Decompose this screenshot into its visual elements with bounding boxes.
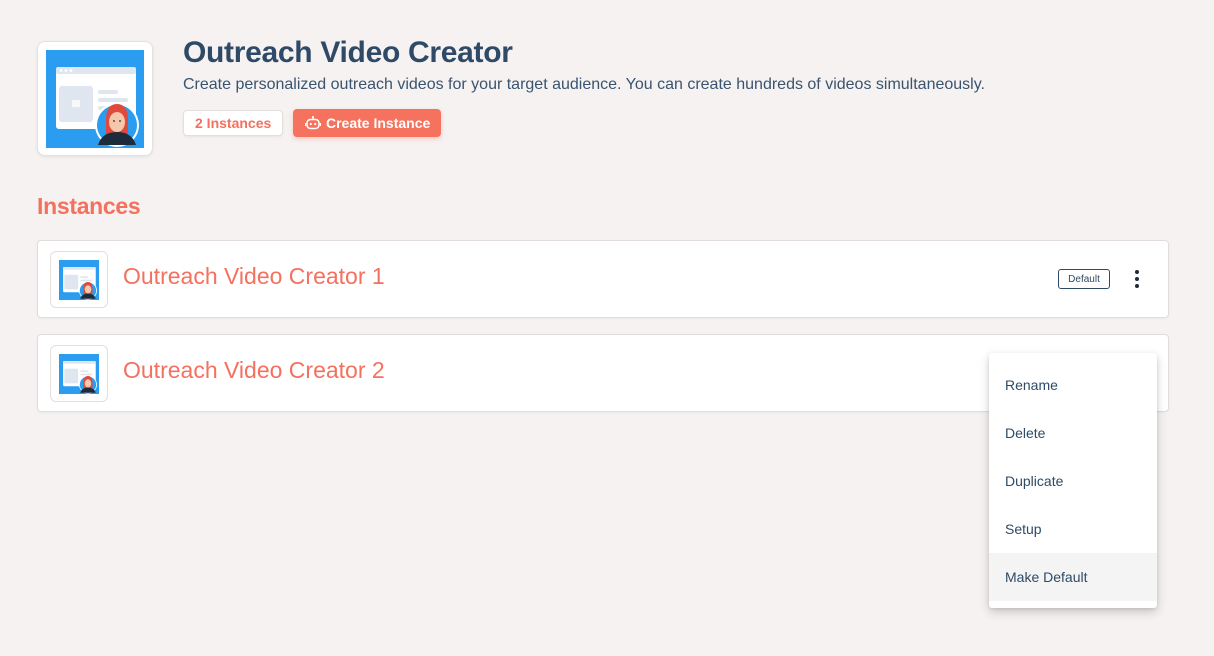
- menu-item-delete[interactable]: Delete: [989, 409, 1157, 457]
- menu-item-duplicate[interactable]: Duplicate: [989, 457, 1157, 505]
- instances-count-badge: 2 Instances: [183, 110, 284, 136]
- menu-item-setup[interactable]: Setup: [989, 505, 1157, 553]
- page-title: Outreach Video Creator: [183, 36, 513, 69]
- video-creator-illustration-icon: [59, 259, 99, 300]
- app-logo: [37, 41, 153, 156]
- create-instance-label: Create Instance: [326, 115, 431, 131]
- robot-icon: [305, 116, 321, 130]
- menu-item-rename[interactable]: Rename: [989, 361, 1157, 409]
- instance-context-menu: Rename Delete Duplicate Setup Make Defau…: [989, 353, 1157, 608]
- instance-thumbnail: [50, 345, 108, 402]
- video-creator-illustration-icon: [46, 49, 144, 148]
- kebab-menu-icon[interactable]: [1128, 267, 1146, 291]
- instances-section-title: Instances: [37, 193, 141, 219]
- video-creator-illustration-icon: [59, 353, 99, 394]
- instance-name[interactable]: Outreach Video Creator 2: [123, 357, 385, 384]
- menu-item-make-default[interactable]: Make Default: [989, 553, 1157, 601]
- default-badge: Default: [1058, 269, 1110, 289]
- instance-thumbnail: [50, 251, 108, 308]
- create-instance-button[interactable]: Create Instance: [293, 109, 442, 137]
- instance-card[interactable]: Outreach Video Creator 1 Default: [37, 240, 1169, 318]
- instance-name[interactable]: Outreach Video Creator 1: [123, 263, 385, 290]
- page-description: Create personalized outreach videos for …: [183, 76, 985, 93]
